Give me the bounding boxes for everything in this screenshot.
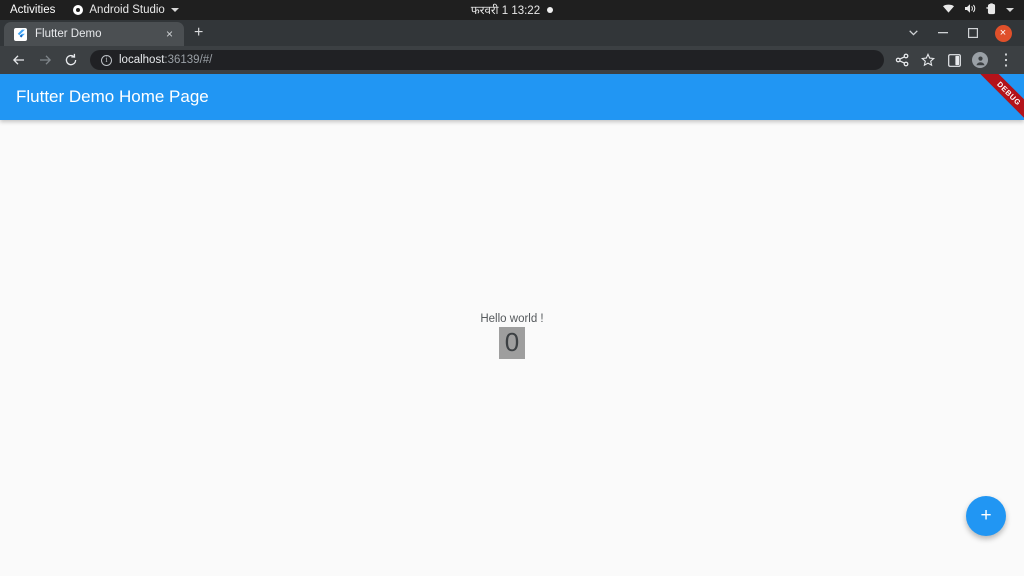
gnome-left-group: Activities Android Studio <box>0 4 179 16</box>
wifi-icon <box>942 3 955 17</box>
new-tab-button[interactable]: + <box>194 25 203 41</box>
profile-avatar[interactable] <box>968 48 992 72</box>
hello-world-text: Hello world ! <box>480 313 544 326</box>
app-body: Hello world ! 0 <box>0 120 1024 552</box>
bookmark-star-icon[interactable] <box>916 48 940 72</box>
forward-button[interactable] <box>32 47 58 73</box>
url-path: :36139/#/ <box>164 54 213 66</box>
plus-icon: + <box>980 505 992 526</box>
back-button[interactable] <box>6 47 32 73</box>
tab-close-icon[interactable]: × <box>163 26 176 42</box>
tab-title-label: Flutter Demo <box>35 28 102 40</box>
record-dot-icon <box>547 7 554 13</box>
flutter-app-viewport: Flutter Demo Home Page DEBUG Hello world… <box>0 74 1024 552</box>
clock-label: फरवरी 1 13:22 <box>470 4 541 17</box>
url-text: localhost:36139/#/ <box>119 54 212 66</box>
side-panel-icon[interactable] <box>942 48 966 72</box>
browser-toolbar: i localhost:36139/#/ ⋮ <box>0 46 1024 74</box>
tab-search-chevron-icon[interactable] <box>898 23 928 43</box>
window-controls: × <box>898 23 1024 43</box>
battery-icon <box>986 2 997 18</box>
browser-tab-flutter-demo[interactable]: Flutter Demo × <box>4 22 184 46</box>
avatar-icon <box>972 52 988 68</box>
app-menu-label: Android Studio <box>89 4 165 16</box>
flutter-logo-icon <box>14 27 27 41</box>
system-menu-chevron-icon <box>1006 8 1014 12</box>
activities-button[interactable]: Activities <box>10 4 55 16</box>
url-host: localhost <box>119 54 165 66</box>
toolbar-actions: ⋮ <box>890 48 1018 72</box>
share-icon[interactable] <box>890 48 914 72</box>
counter-value: 0 <box>498 327 526 359</box>
gnome-status-group[interactable] <box>942 2 1024 18</box>
page-title: Flutter Demo Home Page <box>16 87 209 106</box>
app-menu-button[interactable]: Android Studio <box>73 4 179 16</box>
window-maximize-button[interactable] <box>958 23 988 43</box>
site-info-icon[interactable]: i <box>101 54 112 66</box>
app-indicator-icon <box>73 5 84 15</box>
window-close-icon: × <box>994 24 1012 42</box>
app-bar: Flutter Demo Home Page <box>0 74 1024 120</box>
browser-tab-strip: Flutter Demo × + × <box>0 20 1024 46</box>
address-bar[interactable]: i localhost:36139/#/ <box>90 50 884 70</box>
browser-menu-button[interactable]: ⋮ <box>994 48 1018 72</box>
reload-button[interactable] <box>58 47 84 73</box>
debug-banner-label: DEBUG <box>971 74 1024 131</box>
volume-icon <box>964 3 977 17</box>
increment-fab[interactable]: + <box>966 496 1006 536</box>
window-minimize-button[interactable] <box>928 23 958 43</box>
debug-banner: DEBUG <box>960 74 1024 138</box>
window-close-button[interactable]: × <box>988 23 1018 43</box>
chevron-down-icon <box>170 8 179 12</box>
gnome-top-bar: Activities Android Studio फरवरी 1 13:22 <box>0 0 1024 20</box>
